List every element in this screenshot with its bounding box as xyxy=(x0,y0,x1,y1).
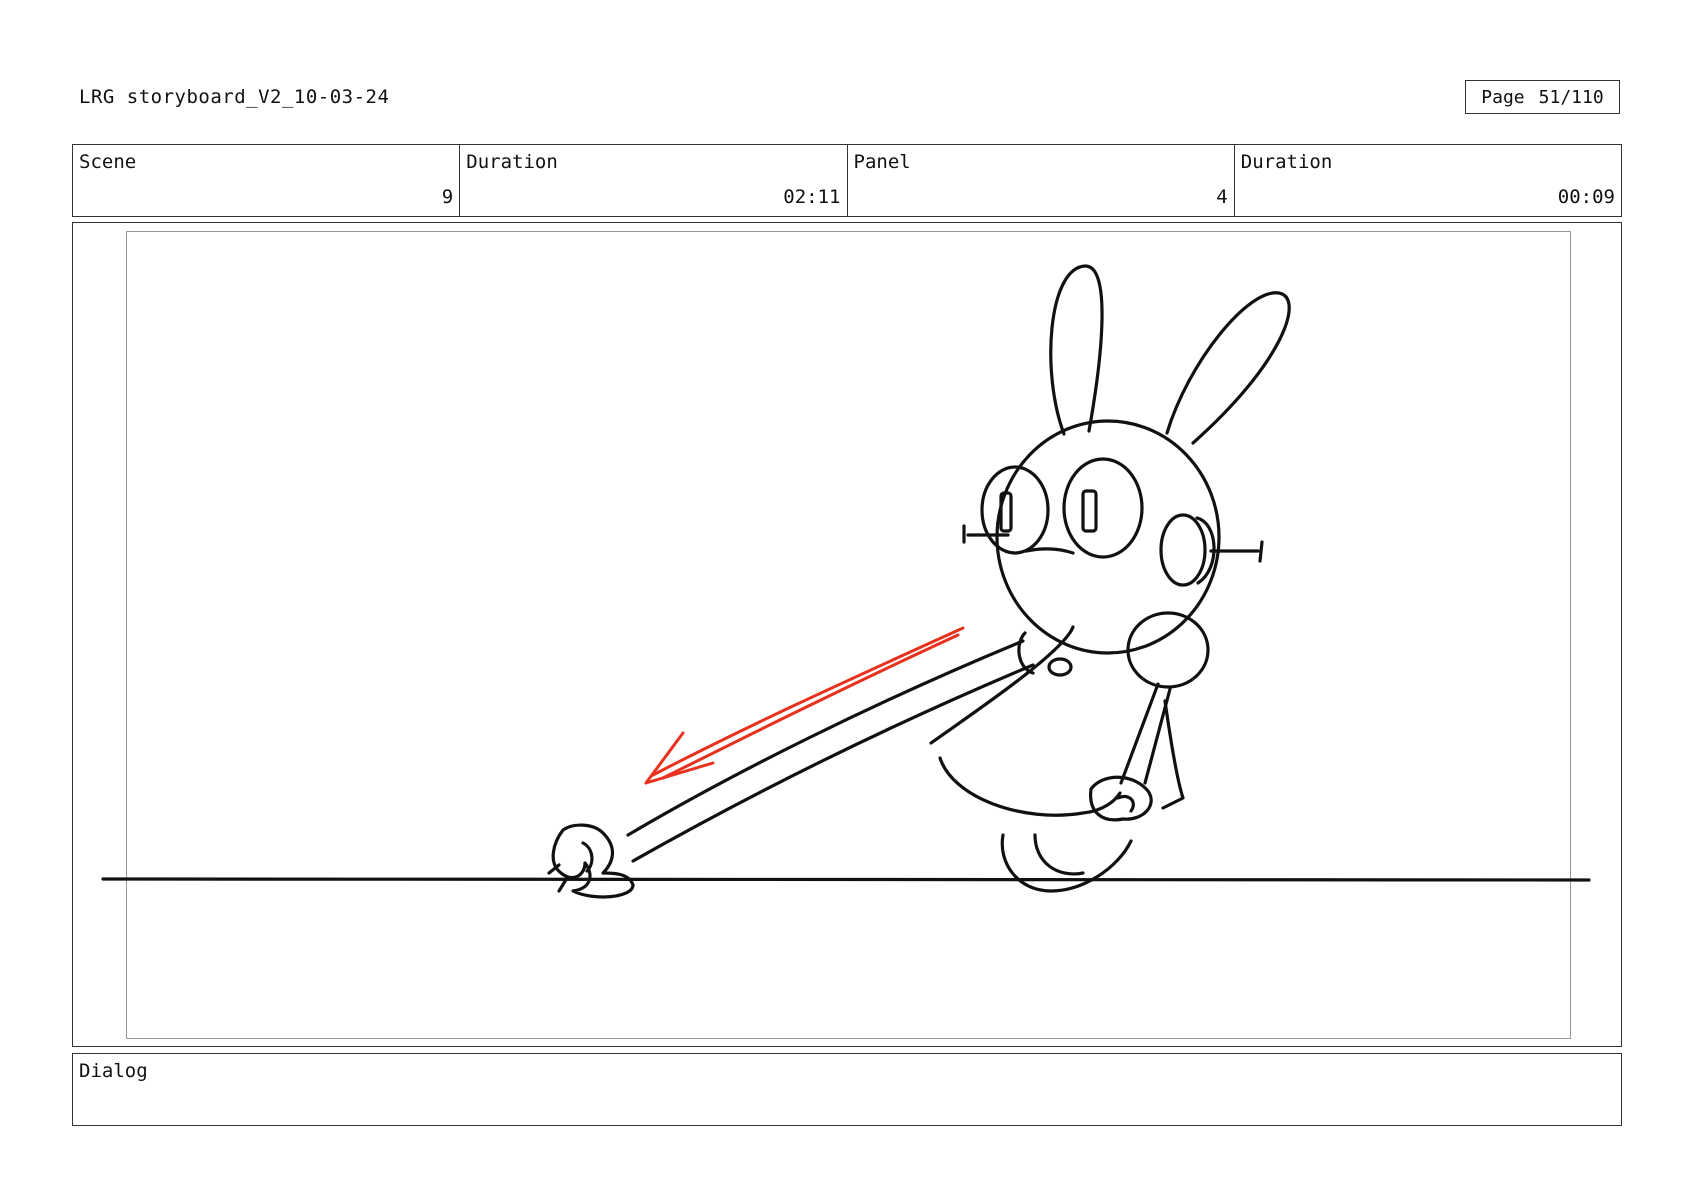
body xyxy=(929,625,1075,745)
panel-duration-label: Duration xyxy=(1240,151,1333,173)
scene-info-row: Scene 9 Duration 02:11 Panel 4 Duration … xyxy=(72,144,1622,217)
document-title: LRG storyboard_V2_10-03-24 xyxy=(79,86,390,108)
dialog-label: Dialog xyxy=(79,1060,148,1082)
scene-cell: Scene 9 xyxy=(73,145,461,216)
scene-duration-cell: Duration 02:11 xyxy=(460,145,848,216)
right-headphone xyxy=(1159,513,1207,587)
ground-line xyxy=(101,877,1591,882)
right-shoulder xyxy=(1126,611,1210,689)
page-number: 51/110 xyxy=(1538,86,1604,108)
left-ear xyxy=(1049,264,1104,436)
dialog-box: Dialog xyxy=(72,1053,1622,1126)
page-indicator: Page 51/110 xyxy=(1465,80,1620,114)
legs xyxy=(1000,833,1133,893)
scene-duration-value: 02:11 xyxy=(783,186,841,208)
right-arm xyxy=(1119,682,1172,785)
mouth xyxy=(1024,547,1075,555)
right-eye xyxy=(1062,457,1144,559)
scene-duration-label: Duration xyxy=(466,151,558,173)
left-eye xyxy=(980,465,1050,555)
scene-value: 9 xyxy=(441,186,454,208)
stretched-arm-top xyxy=(626,639,1025,837)
panel-label: Panel xyxy=(853,151,911,173)
storyboard-panel xyxy=(72,222,1622,1047)
left-pupil xyxy=(999,491,1013,533)
panel-duration-value: 00:09 xyxy=(1557,186,1615,208)
panel-cell: Panel 4 xyxy=(848,145,1235,216)
page-label: Page xyxy=(1481,86,1525,108)
body-button xyxy=(1047,657,1073,677)
panel-value: 4 xyxy=(1216,186,1228,208)
right-ear xyxy=(1165,291,1291,445)
scene-label: Scene xyxy=(79,151,137,173)
right-pupil xyxy=(1081,489,1098,533)
panel-duration-cell: Duration 00:09 xyxy=(1235,145,1621,216)
panel-drawing xyxy=(101,264,1591,899)
motion-arrow-icon xyxy=(644,626,965,785)
